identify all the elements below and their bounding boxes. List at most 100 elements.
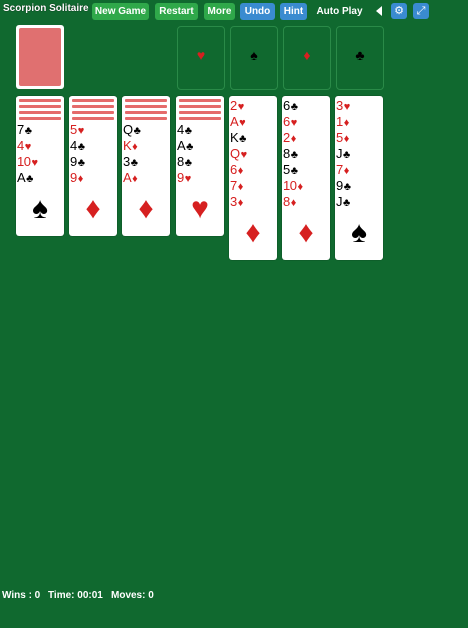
card-rank-suit[interactable]: Q♣ bbox=[123, 122, 169, 138]
card-rank-suit[interactable]: K♣ bbox=[230, 130, 276, 146]
card-rank: 9 bbox=[70, 154, 77, 169]
more-button[interactable]: More bbox=[204, 3, 235, 20]
card-center-suit-icon: ♦ bbox=[245, 216, 261, 249]
card-rank-suit[interactable]: 3♥ bbox=[336, 98, 382, 114]
foundation-slot[interactable]: ♦ bbox=[283, 26, 331, 90]
card-rank-suit[interactable]: 7♣ bbox=[17, 122, 63, 138]
card-rank: A bbox=[17, 170, 26, 185]
card-rank: K bbox=[230, 130, 239, 145]
collapse-arrow-icon[interactable] bbox=[376, 6, 382, 16]
card-rank-suit[interactable]: 4♣ bbox=[177, 122, 223, 138]
card-suit-icon: ♦ bbox=[343, 117, 350, 129]
tableau-column[interactable]: 2♥ A♥ K♣ Q♥ 6♦ 7♦ 3♦ ♦ bbox=[229, 96, 277, 260]
suit-icon: ♣ bbox=[355, 47, 365, 63]
card-rank-suit[interactable]: 2♦ bbox=[283, 130, 329, 146]
card-rank-suit[interactable]: 9♥ bbox=[177, 170, 223, 186]
card-suit-icon: ♥ bbox=[31, 157, 38, 169]
card-rank-suit[interactable]: K♦ bbox=[123, 138, 169, 154]
card-rank-suit[interactable]: A♣ bbox=[177, 138, 223, 154]
card-rank: 2 bbox=[230, 98, 237, 113]
card-suit-icon: ♣ bbox=[343, 181, 351, 193]
undo-button[interactable]: Undo bbox=[240, 3, 275, 20]
card-rank-suit[interactable]: 6♣ bbox=[283, 98, 329, 114]
card-suit-icon: ♦ bbox=[343, 133, 350, 145]
card-suit-icon: ♦ bbox=[290, 133, 297, 145]
card-rank-suit[interactable]: 8♣ bbox=[177, 154, 223, 170]
card-rank-suit[interactable]: 5♦ bbox=[336, 130, 382, 146]
card-rank-suit[interactable]: A♣ bbox=[17, 170, 63, 186]
card-suit-icon: ♥ bbox=[240, 149, 248, 161]
app-title: Scorpion Solitaire bbox=[3, 3, 89, 14]
card-rank-suit[interactable]: 4♣ bbox=[70, 138, 116, 154]
suit-icon: ♠ bbox=[250, 47, 258, 63]
card-suit-icon: ♣ bbox=[184, 125, 192, 137]
card-rank-suit[interactable]: 1♦ bbox=[336, 114, 382, 130]
foundation-slot[interactable]: ♠ bbox=[230, 26, 278, 90]
card-center-suit-icon: ♠ bbox=[351, 216, 367, 249]
card-rank-suit[interactable]: 3♣ bbox=[123, 154, 169, 170]
card-rank: 4 bbox=[70, 138, 77, 153]
card-rank-suit[interactable]: 7♦ bbox=[336, 162, 382, 178]
card-rank-suit[interactable]: 6♥ bbox=[283, 114, 329, 130]
card-rank-suit[interactable]: 8♣ bbox=[283, 146, 329, 162]
card-suit-icon: ♣ bbox=[130, 157, 138, 169]
card-rank-suit[interactable]: 3♦ bbox=[230, 194, 276, 210]
fullscreen-icon[interactable]: ⤢ bbox=[413, 3, 429, 19]
card-rank-suit[interactable]: J♣ bbox=[336, 146, 382, 162]
hint-button[interactable]: Hint bbox=[280, 3, 307, 20]
card-suit-icon: ♣ bbox=[186, 141, 193, 153]
tableau-column[interactable]: 3♥ 1♦ 5♦ J♣ 7♦ 9♣ J♣ ♠ bbox=[335, 96, 383, 260]
card-center-suit-icon: ♥ bbox=[191, 192, 209, 225]
foundation-slot[interactable]: ♥ bbox=[177, 26, 225, 90]
card-suit-icon: ♥ bbox=[237, 101, 245, 113]
card-rank: 7 bbox=[336, 162, 343, 177]
stock-pile[interactable] bbox=[16, 25, 64, 89]
foundation-slot[interactable]: ♣ bbox=[336, 26, 384, 90]
card-back bbox=[19, 28, 61, 86]
card-rank-suit[interactable]: A♦ bbox=[123, 170, 169, 186]
card-rank-suit[interactable]: 6♦ bbox=[230, 162, 276, 178]
card-rank-suit[interactable]: 7♦ bbox=[230, 178, 276, 194]
card-suit-icon: ♥ bbox=[184, 173, 192, 185]
card-rank-suit[interactable]: 4♥ bbox=[17, 138, 63, 154]
card-rank: 7 bbox=[230, 178, 237, 193]
new-game-button[interactable]: New Game bbox=[92, 3, 149, 20]
card-center-suit-icon: ♠ bbox=[32, 192, 48, 225]
tableau-column[interactable]: 6♣ 6♥ 2♦ 8♣ 5♣ 10♦ 8♦ ♦ bbox=[282, 96, 330, 260]
tableau-column[interactable]: 7♣ 4♥ 10♥ A♣ ♠ bbox=[16, 96, 64, 236]
tableau-column[interactable]: Q♣ K♦ 3♣ A♦ ♦ bbox=[122, 96, 170, 236]
tableau-column[interactable]: 5♥ 4♣ 9♣ 9♦ ♦ bbox=[69, 96, 117, 236]
card-rank: 1 bbox=[336, 114, 343, 129]
card-suit-icon: ♣ bbox=[77, 157, 85, 169]
card-suit-icon: ♥ bbox=[290, 117, 298, 129]
card-rank-suit[interactable]: 10♥ bbox=[17, 154, 63, 170]
card-rank-suit[interactable]: 9♣ bbox=[70, 154, 116, 170]
card-rank: 10 bbox=[17, 154, 31, 169]
tableau-column[interactable]: 4♣ A♣ 8♣ 9♥ ♥ bbox=[176, 96, 224, 236]
card-rank-suit[interactable]: J♣ bbox=[336, 194, 382, 210]
card-rank-suit[interactable]: Q♥ bbox=[230, 146, 276, 162]
card-rank: 3 bbox=[123, 154, 130, 169]
face-down-card bbox=[176, 115, 224, 121]
card-rank: 5 bbox=[283, 162, 290, 177]
card-rank-suit[interactable]: 10♦ bbox=[283, 178, 329, 194]
card-rank: 4 bbox=[177, 122, 184, 137]
card-rank-suit[interactable]: 2♥ bbox=[230, 98, 276, 114]
card-rank: A bbox=[123, 170, 132, 185]
restart-button[interactable]: Restart bbox=[155, 3, 198, 20]
card-rank-suit[interactable]: 5♣ bbox=[283, 162, 329, 178]
card-rank: 8 bbox=[283, 194, 290, 209]
card-rank: 8 bbox=[283, 146, 290, 161]
auto-play-button[interactable]: Auto Play bbox=[312, 3, 367, 20]
card-rank-suit[interactable]: 8♦ bbox=[283, 194, 329, 210]
card-rank: 6 bbox=[283, 114, 290, 129]
settings-icon[interactable]: ⚙ bbox=[391, 3, 407, 19]
card-suit-icon: ♦ bbox=[132, 141, 138, 153]
card-rank-suit[interactable]: 5♥ bbox=[70, 122, 116, 138]
card-rank-suit[interactable]: 9♣ bbox=[336, 178, 382, 194]
card-rank-suit[interactable]: 9♦ bbox=[70, 170, 116, 186]
card-rank: 6 bbox=[283, 98, 290, 113]
card-suit-icon: ♦ bbox=[290, 197, 297, 209]
card-rank-suit[interactable]: A♥ bbox=[230, 114, 276, 130]
card-rank: 9 bbox=[336, 178, 343, 193]
